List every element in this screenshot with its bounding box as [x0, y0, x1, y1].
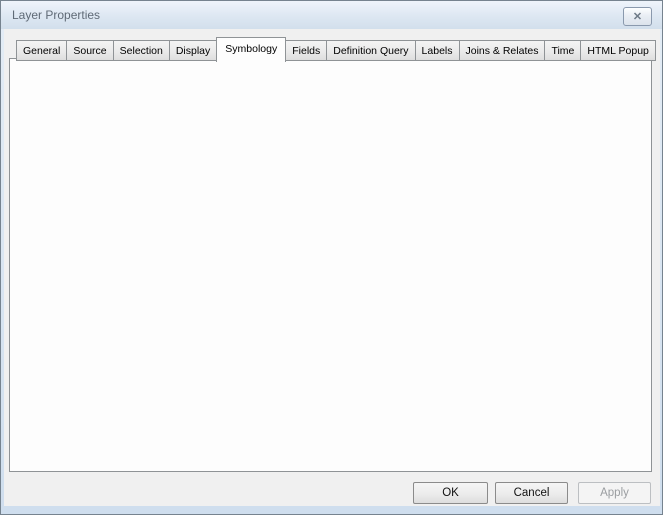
tab-definition-query[interactable]: Definition Query	[326, 40, 415, 61]
close-button[interactable]: ✕	[623, 7, 652, 26]
tab-time[interactable]: Time	[544, 40, 581, 61]
tab-joins-relates[interactable]: Joins & Relates	[459, 40, 546, 61]
layer-properties-dialog: Layer Properties ✕ General Source Select…	[0, 0, 663, 515]
tab-strip: General Source Selection Display Symbolo…	[16, 37, 656, 61]
tab-general[interactable]: General	[16, 40, 67, 61]
tab-selection[interactable]: Selection	[113, 40, 170, 61]
window-title: Layer Properties	[12, 8, 100, 22]
tab-source[interactable]: Source	[66, 40, 113, 61]
tab-display[interactable]: Display	[169, 40, 217, 61]
ok-button[interactable]: OK	[413, 482, 488, 504]
cancel-button[interactable]: Cancel	[495, 482, 568, 504]
tab-symbology[interactable]: Symbology	[216, 37, 286, 62]
titlebar[interactable]: Layer Properties ✕	[1, 1, 662, 29]
tab-fields[interactable]: Fields	[285, 40, 327, 61]
close-icon: ✕	[633, 11, 642, 23]
apply-button[interactable]: Apply	[578, 482, 651, 504]
tab-html-popup[interactable]: HTML Popup	[580, 40, 655, 61]
tab-labels[interactable]: Labels	[415, 40, 460, 61]
tab-page	[9, 58, 652, 472]
